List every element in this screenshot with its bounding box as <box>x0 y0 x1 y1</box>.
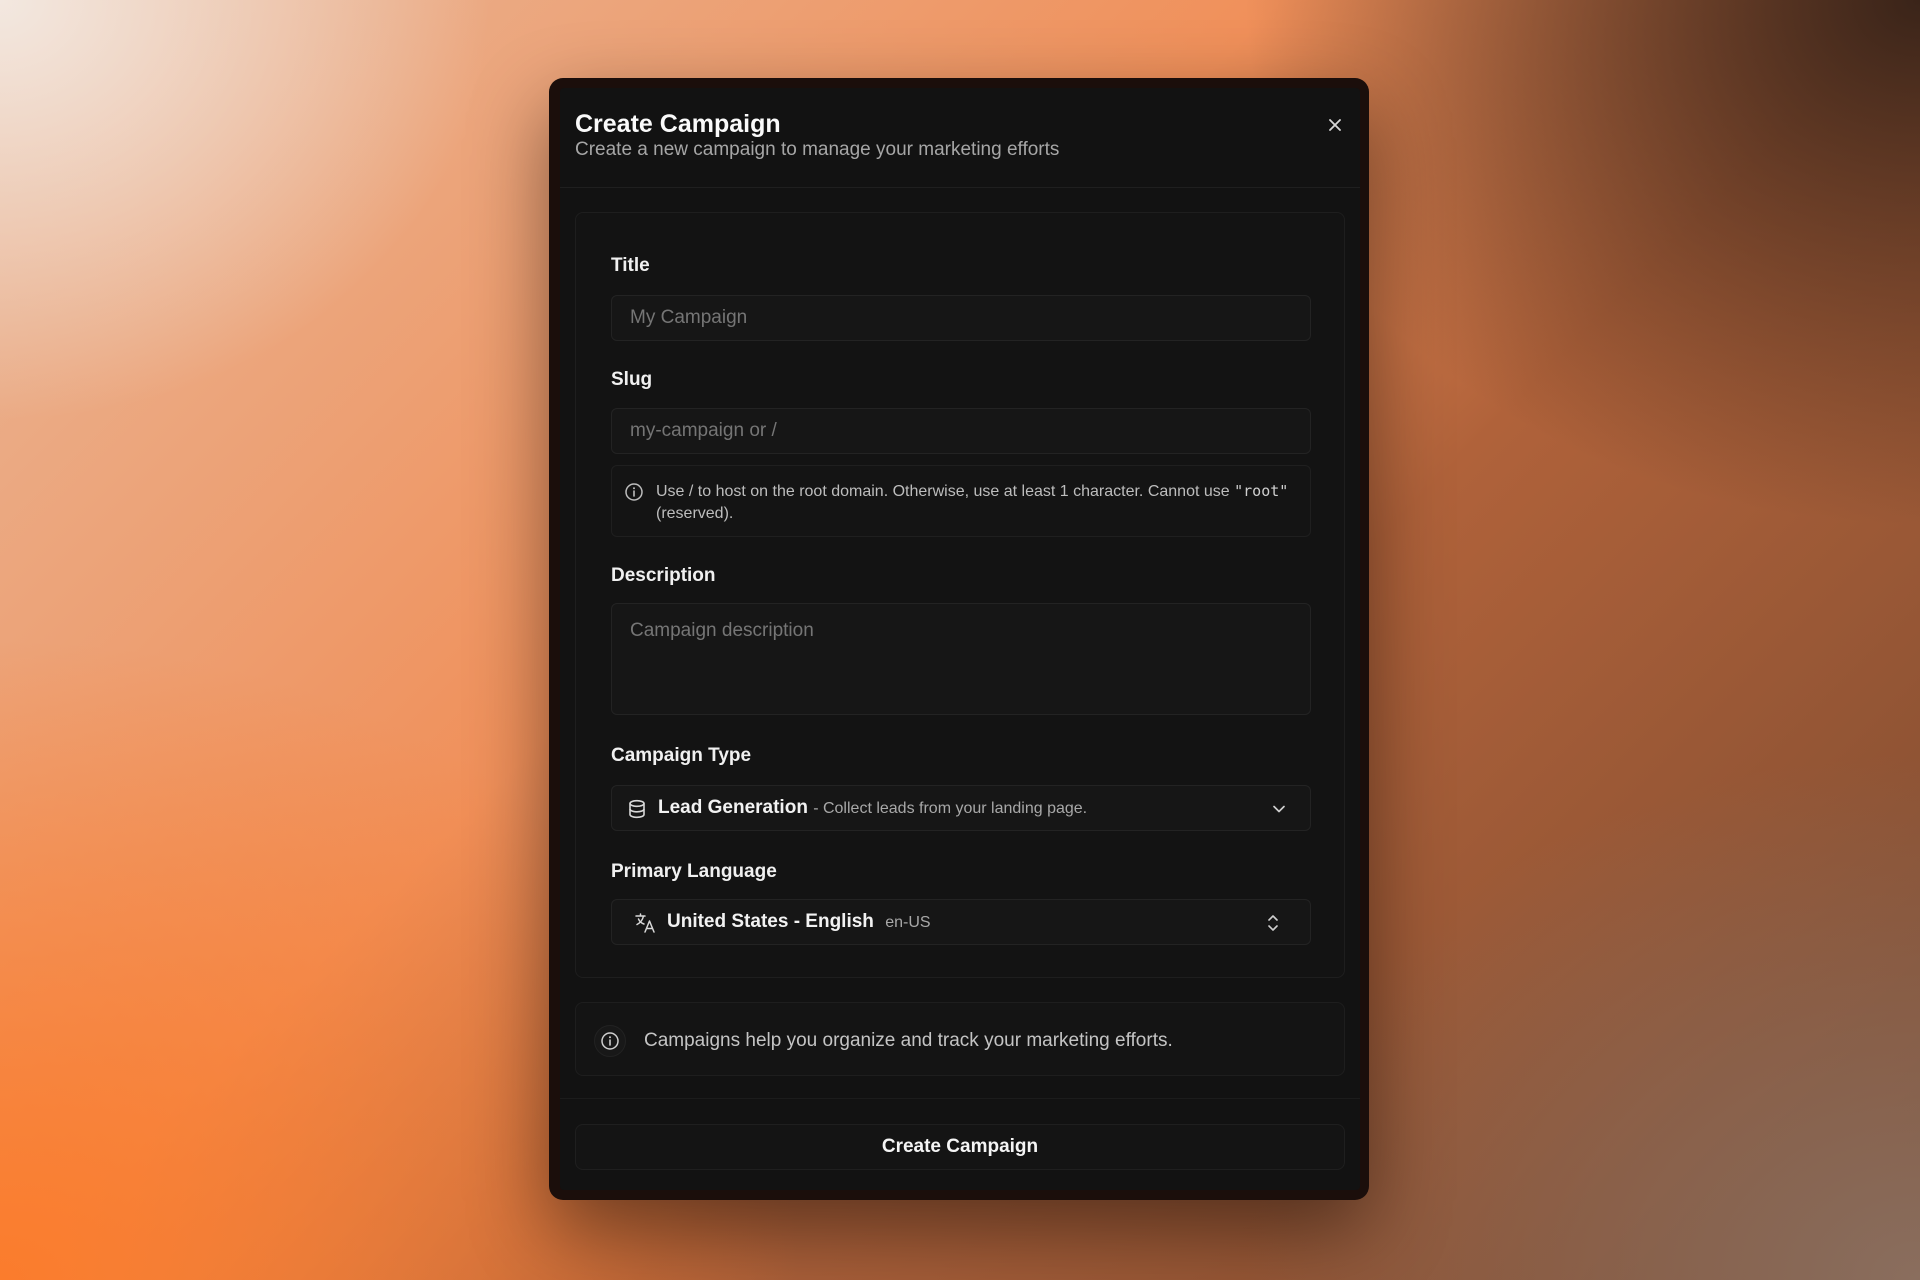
campaign-type-name: Lead Generation <box>658 797 808 818</box>
chevron-up-down-icon <box>1268 915 1278 931</box>
title-input[interactable] <box>611 295 1311 341</box>
translate-icon <box>635 913 655 933</box>
campaign-type-detail: - Collect leads from your landing page. <box>813 800 1088 817</box>
close-button[interactable] <box>1322 112 1348 138</box>
slug-hint-text: Use / to host on the root domain. Otherw… <box>656 480 1296 525</box>
info-icon <box>601 1032 619 1050</box>
slug-hint-part2: (reserved). <box>656 505 734 522</box>
slug-hint-code: "root" <box>1234 482 1289 500</box>
database-icon <box>629 799 645 819</box>
info-note-text: Campaigns help you organize and track yo… <box>644 1030 1173 1051</box>
dialog-header: Create Campaign Create a new campaign to… <box>560 88 1360 188</box>
create-campaign-button[interactable]: Create Campaign <box>575 1124 1345 1170</box>
create-campaign-dialog: Create Campaign Create a new campaign to… <box>560 88 1360 1190</box>
primary-language-label: Primary Language <box>611 861 777 882</box>
dialog-subtitle: Create a new campaign to manage your mar… <box>575 139 1060 160</box>
campaign-type-value: Lead Generation - Collect leads from you… <box>658 797 1087 819</box>
primary-language-select[interactable]: United States - English en-US <box>611 899 1311 945</box>
info-note: Campaigns help you organize and track yo… <box>575 1002 1345 1076</box>
close-icon <box>1329 119 1341 131</box>
description-label: Description <box>611 565 716 586</box>
chevron-down-icon <box>1273 805 1285 813</box>
language-code: en-US <box>885 914 931 931</box>
info-icon-badge <box>594 1025 626 1057</box>
language-value: United States - English en-US <box>667 911 931 933</box>
info-icon <box>625 483 643 501</box>
slug-hint-part1: Use / to host on the root domain. Otherw… <box>656 483 1230 500</box>
footer-divider <box>560 1098 1360 1099</box>
campaign-type-select[interactable]: Lead Generation - Collect leads from you… <box>611 785 1311 831</box>
dialog-title: Create Campaign <box>575 110 781 138</box>
slug-label: Slug <box>611 369 653 390</box>
language-name: United States - English <box>667 911 874 932</box>
slug-hint: Use / to host on the root domain. Otherw… <box>611 465 1311 537</box>
title-label: Title <box>611 255 650 276</box>
description-textarea[interactable] <box>611 603 1311 715</box>
campaign-type-label: Campaign Type <box>611 745 752 766</box>
slug-input[interactable] <box>611 408 1311 454</box>
campaign-form: Title Slug Use / to host on the root dom… <box>575 212 1345 978</box>
